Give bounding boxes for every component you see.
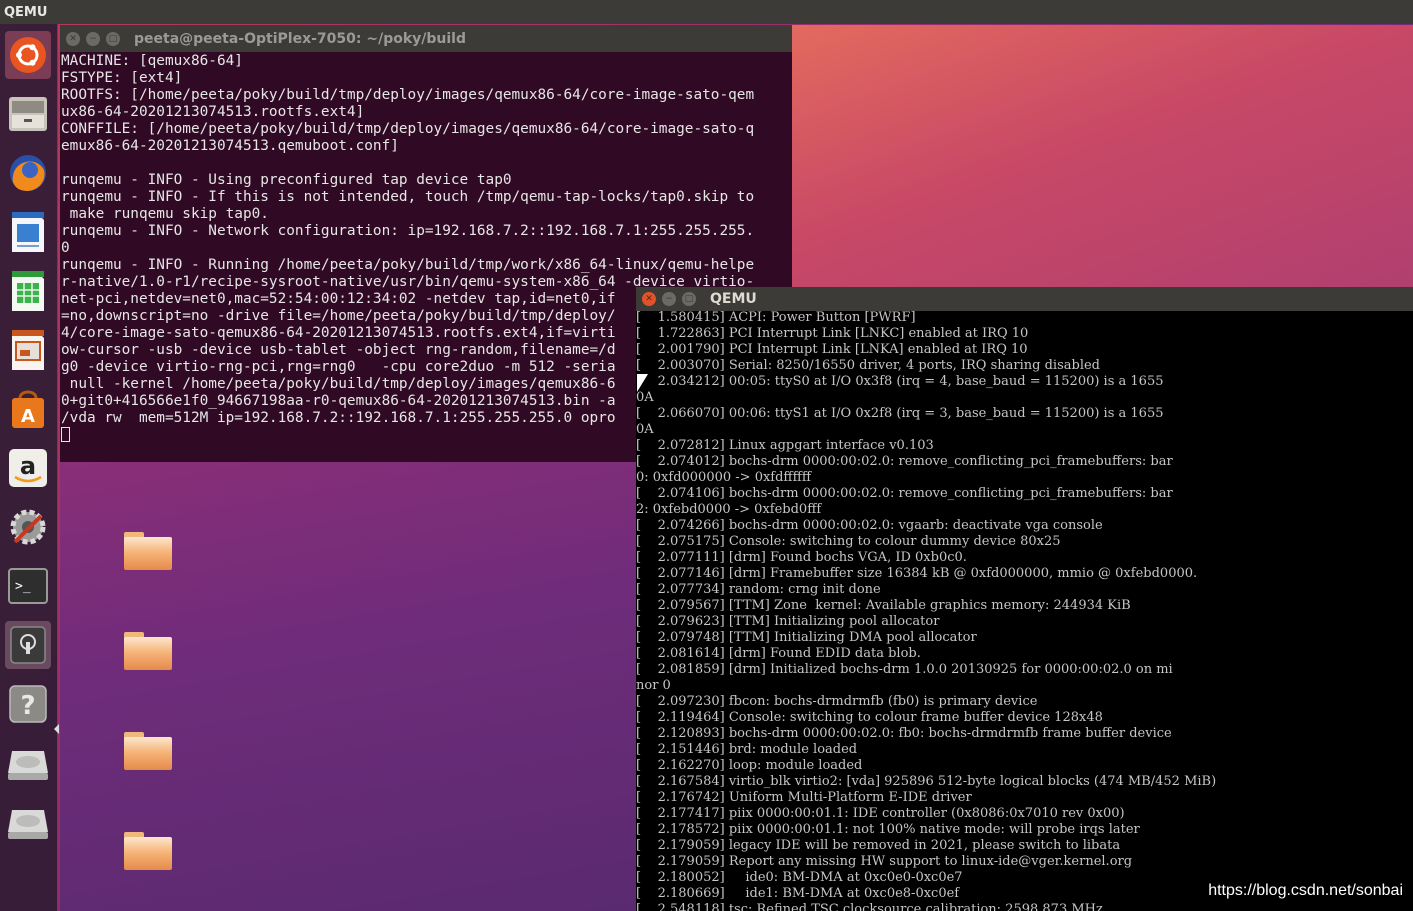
console-line: [ 2.120893] bochs-drm 0000:00:02.0: fb0:… (636, 726, 1172, 741)
console-line: [ 1.722863] PCI Interrupt Link [LNKC] en… (636, 326, 1029, 341)
drive-icon[interactable] (5, 739, 51, 787)
console-line: [ 2.074012] bochs-drm 0000:00:02.0: remo… (636, 454, 1173, 469)
terminal-titlebar[interactable]: ✕ − □ peeta@peeta-OptiPlex-7050: ~/poky/… (60, 25, 792, 52)
terminal-line: runqemu - INFO - If this is not intended… (61, 189, 755, 205)
maximize-icon[interactable]: □ (106, 31, 120, 46)
console-line: 0: 0xfd000000 -> 0xfdffffff (636, 470, 812, 485)
files-icon[interactable] (5, 90, 51, 138)
console-line: 0A (636, 422, 654, 437)
console-line: [ 1.580415] ACPI: Power Button [PWRF] (636, 311, 916, 325)
desktop-folder-icon[interactable] (124, 632, 172, 670)
desktop-folder-icon[interactable] (124, 732, 172, 770)
terminal-title: peeta@peeta-OptiPlex-7050: ~/poky/build (134, 30, 467, 47)
terminal-line: MACHINE: [qemux86-64] (61, 53, 243, 69)
maximize-icon[interactable]: □ (682, 292, 696, 306)
terminal-line: make runqemu skip tap0. (61, 206, 269, 222)
active-app-title: QEMU (4, 4, 48, 20)
terminal-line: FSTYPE: [ext4] (61, 70, 183, 86)
libreoffice-impress-icon[interactable] (5, 326, 51, 374)
text-cursor (61, 427, 70, 442)
console-line: [ 2.548118] tsc: Refined TSC clocksource… (636, 902, 1103, 911)
unity-launcher: A a >_ ? (0, 24, 59, 911)
terminal-line: runqemu - INFO - Network configuration: … (61, 223, 755, 239)
console-line: [ 2.079567] [TTM] Zone kernel: Available… (636, 598, 1131, 613)
console-line: [ 2.074106] bochs-drm 0000:00:02.0: remo… (636, 486, 1173, 501)
console-line: nor 0 (636, 678, 671, 693)
svg-text:a: a (20, 452, 36, 480)
terminal-line: 0 (61, 240, 70, 256)
close-icon[interactable]: ✕ (642, 292, 656, 306)
console-line: 2: 0xfebd0000 -> 0xfebd0fff (636, 502, 822, 517)
libreoffice-calc-icon[interactable] (5, 267, 51, 315)
console-line: [ 2.167584] virtio_blk virtio2: [vda] 92… (636, 774, 1217, 789)
svg-text:>_: >_ (15, 579, 31, 594)
amazon-icon[interactable]: a (5, 444, 51, 492)
system-settings-icon[interactable] (5, 503, 51, 551)
console-line: [ 2.081859] [drm] Initialized bochs-drm … (636, 662, 1173, 677)
desktop-folder-icon[interactable] (124, 532, 172, 570)
terminal-line: CONFFILE: [/home/peeta/poky/build/tmp/de… (61, 121, 755, 137)
console-line: [ 2.072812] Linux agpgart interface v0.1… (636, 438, 934, 453)
libreoffice-writer-icon[interactable] (5, 208, 51, 256)
minimize-icon[interactable]: − (662, 292, 676, 306)
console-line: [ 2.066070] 00:06: ttyS1 at I/O 0x2f8 (i… (636, 406, 1164, 421)
console-line: [ 2.151446] brd: module loaded (636, 742, 858, 757)
top-panel: QEMU (0, 0, 1413, 24)
terminal-line: runqemu - INFO - Using preconfigured tap… (61, 172, 512, 188)
console-line: [ 2.075175] Console: switching to colour… (636, 534, 1061, 549)
console-line: [ 2.001790] PCI Interrupt Link [LNKA] en… (636, 342, 1028, 357)
svg-text:A: A (21, 406, 35, 427)
mouse-pointer-icon (637, 374, 648, 392)
terminal-line: runqemu - INFO - Running /home/peeta/pok… (61, 257, 755, 273)
console-line: [ 2.077146] [drm] Framebuffer size 16384… (636, 566, 1198, 581)
console-line: [ 2.003070] Serial: 8250/16550 driver, 4… (636, 358, 1100, 373)
desktop-folder-icon[interactable] (124, 832, 172, 870)
console-line: [ 2.034212] 00:05: ttyS0 at I/O 0x3f8 (i… (636, 374, 1164, 389)
terminal-icon[interactable]: >_ (5, 562, 51, 610)
close-icon[interactable]: ✕ (66, 31, 80, 46)
console-line: 0A (636, 390, 654, 405)
console-line: [ 2.081614] [drm] Found EDID data blob. (636, 646, 921, 661)
watermark: https://blog.csdn.net/sonbai (1208, 882, 1403, 899)
console-line: [ 2.077734] random: crng init done (636, 582, 881, 597)
help-icon[interactable]: ? (5, 680, 51, 728)
svg-text:?: ? (20, 691, 35, 721)
console-line: [ 2.077111] [drm] Found bochs VGA, ID 0x… (636, 550, 967, 565)
software-center-icon[interactable]: A (5, 385, 51, 433)
console-line: [ 2.079623] [TTM] Initializing pool allo… (636, 614, 940, 629)
console-line: [ 2.179059] legacy IDE will be removed i… (636, 838, 1121, 853)
ubuntu-logo-icon[interactable] (5, 31, 51, 79)
console-line: [ 2.074266] bochs-drm 0000:00:02.0: vgaa… (636, 518, 1103, 533)
console-line: [ 2.097230] fbcon: bochs-drmdrmfb (fb0) … (636, 694, 1038, 709)
console-line: [ 2.079748] [TTM] Initializing DMA pool … (636, 630, 977, 645)
qemu-titlebar[interactable]: ✕ − □ QEMU (636, 287, 1413, 311)
console-line: [ 2.119464] Console: switching to colour… (636, 710, 1103, 725)
terminal-line: emux86-64-20201213074513.qemuboot.conf] (61, 138, 399, 154)
qemu-window[interactable]: ✕ − □ QEMU [ 1.580415] ACPI: Power Butto… (636, 287, 1413, 911)
console-line: [ 2.178572] piix 0000:00:01.1: not 100% … (636, 822, 1140, 837)
terminal-line: ux86-64-20201213074513.rootfs.ext4] (61, 104, 365, 120)
minimize-icon[interactable]: − (86, 31, 100, 46)
desktop-wallpaper (790, 25, 1413, 295)
drive-icon[interactable] (5, 798, 51, 846)
launcher-expand-arrow-icon (54, 724, 59, 734)
qemu-console-output[interactable]: [ 1.580415] ACPI: Power Button [PWRF][ 1… (636, 311, 1413, 911)
qemu-title: QEMU (710, 291, 757, 307)
terminal-line: ROOTFS: [/home/peeta/poky/build/tmp/depl… (61, 87, 755, 103)
console-line: [ 2.162270] loop: module loaded (636, 758, 863, 773)
console-line: [ 2.177417] piix 0000:00:01.1: IDE contr… (636, 806, 1125, 821)
console-line: [ 2.179059] Report any missing HW suppor… (636, 854, 1133, 869)
qemu-app-icon[interactable] (5, 621, 51, 669)
firefox-icon[interactable] (5, 149, 51, 197)
console-line: [ 2.176742] Uniform Multi-Platform E-IDE… (636, 790, 972, 805)
